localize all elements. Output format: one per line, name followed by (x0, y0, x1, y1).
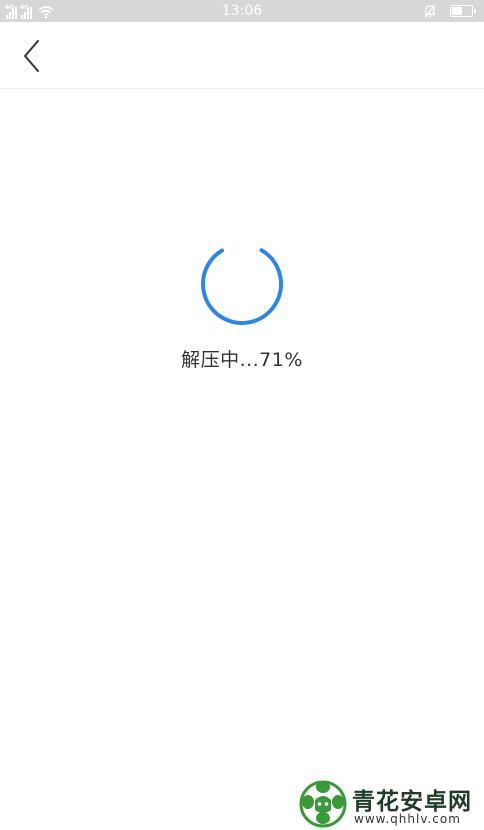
loading-spinner (201, 243, 283, 325)
chevron-left-icon (24, 40, 39, 72)
watermark: 青花安卓网 www.qhhlv.com (298, 776, 480, 828)
progress-text: 解压中...71% (181, 349, 303, 371)
watermark-url: www.qhhlv.com (354, 812, 461, 826)
back-button[interactable] (12, 36, 52, 76)
status-right (424, 3, 476, 19)
watermark-name: 青花安卓网 (352, 789, 472, 815)
battery-icon (450, 5, 476, 17)
silent-bell-icon (424, 4, 436, 18)
watermark-logo-icon (299, 780, 347, 828)
header-bar (0, 22, 484, 89)
status-bar: 4G 4G 13:06 (0, 0, 484, 22)
status-time: 13:06 (221, 3, 263, 19)
screen: 4G 4G 13:06 解压中...71% 青花安卓网 www.qhhlv.co… (0, 0, 484, 830)
